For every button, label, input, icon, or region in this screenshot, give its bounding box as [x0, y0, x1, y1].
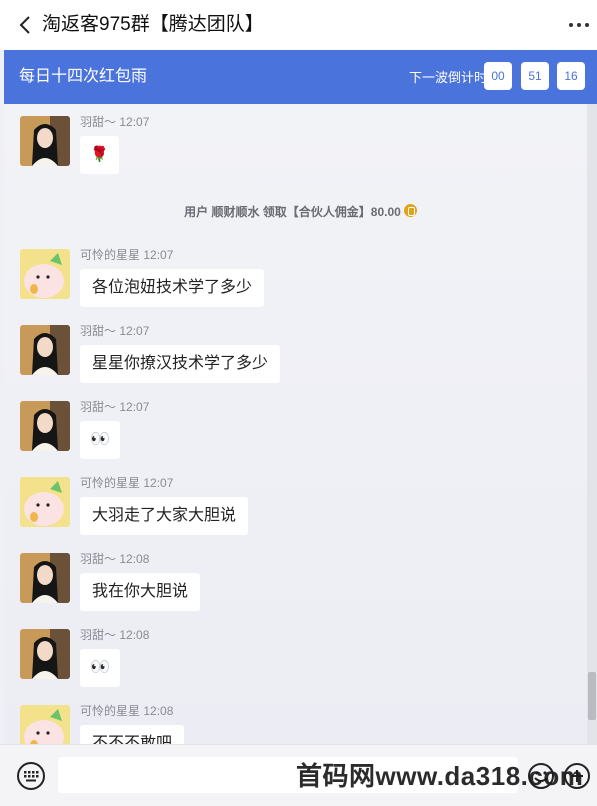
- banner-title: 每日十四次红包雨: [19, 68, 148, 85]
- message-bubble[interactable]: 大羽走了大家大胆说: [80, 497, 249, 535]
- sender-info: 羽甜～ 12:07: [80, 114, 149, 130]
- avatar-cartoon[interactable]: [20, 477, 70, 527]
- system-message: 用户 顺财顺水 领取【合伙人佣金】80.00: [4, 204, 597, 220]
- chevron-left-icon[interactable]: [14, 13, 38, 37]
- avatar-girl[interactable]: [20, 325, 70, 375]
- message-bubble[interactable]: 星星你撩汉技术学了多少: [80, 345, 281, 383]
- message-time: 12:08: [119, 628, 150, 642]
- sender-info: 羽甜～ 12:07: [80, 399, 149, 415]
- avatar-girl[interactable]: [20, 553, 70, 603]
- avatar-girl[interactable]: [20, 629, 70, 679]
- sender-info: 可怜的星星 12:07: [80, 247, 173, 263]
- countdown-hours: 00: [484, 62, 512, 90]
- message-bubble[interactable]: 👀: [80, 421, 120, 459]
- avatar-girl[interactable]: [20, 116, 70, 166]
- avatar-cartoon[interactable]: [20, 705, 70, 744]
- scroll-thumb[interactable]: [588, 672, 596, 720]
- chat-scrollbar[interactable]: [587, 104, 597, 744]
- message-bubble[interactable]: 🌹: [80, 136, 119, 174]
- sender-name: 羽甜～: [80, 552, 117, 566]
- sender-info: 可怜的星星 12:08: [80, 703, 173, 719]
- countdown-label: 下一波倒计时: [409, 70, 488, 85]
- sender-info: 羽甜～ 12:08: [80, 627, 149, 643]
- message-bubble[interactable]: 不不不敢吧: [80, 725, 185, 744]
- coin-icon: [403, 204, 417, 217]
- countdown-minutes: 51: [521, 62, 549, 90]
- group-title: 淘返客975群【腾达团队】: [42, 14, 264, 35]
- chat-header: 淘返客975群【腾达团队】: [0, 0, 597, 50]
- sender-name: 羽甜～: [80, 628, 117, 642]
- sender-name: 羽甜～: [80, 400, 117, 414]
- message-bubble[interactable]: 👀: [80, 649, 120, 687]
- message-time: 12:07: [143, 248, 174, 262]
- sender-info: 可怜的星星 12:07: [80, 475, 173, 491]
- sender-name: 可怜的星星: [80, 704, 141, 718]
- ellipsis-icon[interactable]: [567, 14, 591, 36]
- message-bubble[interactable]: 各位泡妞技术学了多少: [80, 269, 265, 307]
- avatar-girl[interactable]: [20, 401, 70, 451]
- red-packet-banner[interactable]: 每日十四次红包雨 下一波倒计时 00 51 16: [4, 50, 597, 104]
- sender-info: 羽甜～ 12:07: [80, 323, 149, 339]
- chat-messages[interactable]: 羽甜～ 12:07 🌹 用户 顺财顺水 领取【合伙人佣金】80.00 可怜的星星…: [4, 104, 597, 744]
- message-time: 12:07: [143, 476, 174, 490]
- system-message-text: 用户 顺财顺水 领取【合伙人佣金】80.00: [184, 205, 401, 219]
- sender-name: 可怜的星星: [80, 248, 141, 262]
- message-time: 12:08: [143, 704, 174, 718]
- sender-info: 羽甜～ 12:08: [80, 551, 149, 567]
- sender-name: 羽甜～: [80, 324, 117, 338]
- sender-name: 羽甜～: [80, 115, 117, 129]
- keyboard-icon[interactable]: [16, 761, 46, 791]
- watermark-text: 首码网www.da318.com: [296, 761, 584, 791]
- message-bubble[interactable]: 我在你大胆说: [80, 573, 201, 611]
- message-time: 12:08: [119, 552, 150, 566]
- message-time: 12:07: [119, 324, 150, 338]
- sender-name: 可怜的星星: [80, 476, 141, 490]
- message-time: 12:07: [119, 115, 150, 129]
- message-time: 12:07: [119, 400, 150, 414]
- avatar-cartoon[interactable]: [20, 249, 70, 299]
- countdown-seconds: 16: [557, 62, 585, 90]
